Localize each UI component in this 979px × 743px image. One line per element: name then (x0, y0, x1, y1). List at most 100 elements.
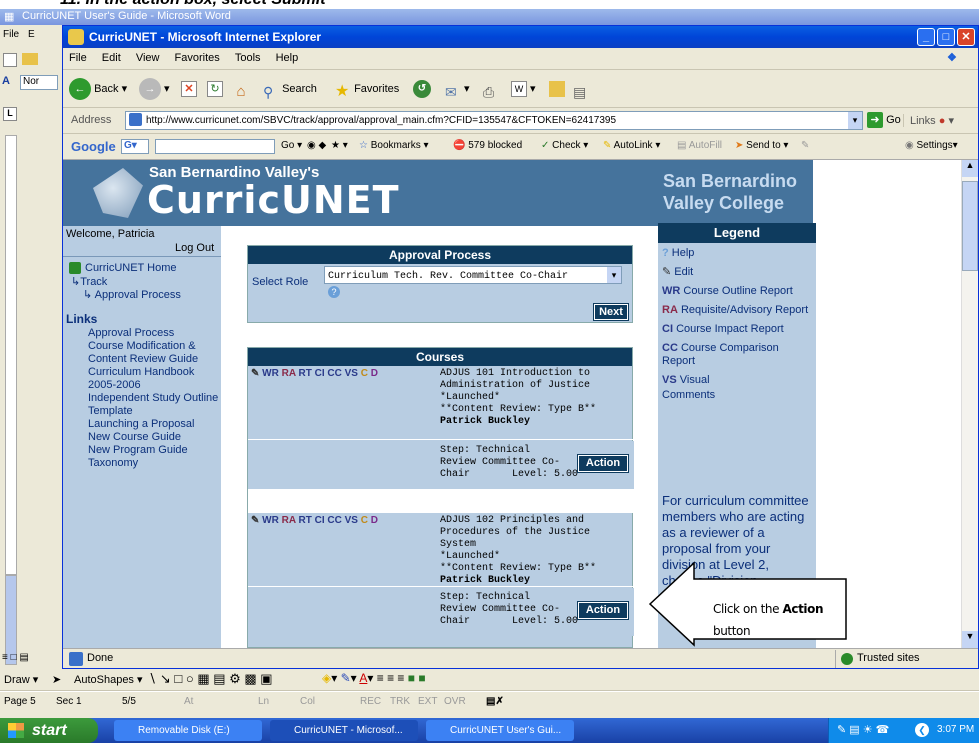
task-word[interactable]: CurricUNET User's Gui... (426, 720, 574, 741)
role-dropdown-icon[interactable]: ▾ (607, 267, 621, 283)
menu-tools[interactable]: Tools (229, 48, 267, 68)
impact-icon[interactable]: CI (315, 515, 325, 526)
visual-icon[interactable]: VS (345, 515, 358, 526)
link-launching-proposal[interactable]: Launching a Proposal (63, 418, 219, 431)
link-new-course-guide[interactable]: New Course Guide (63, 431, 219, 444)
color-tools-icons[interactable]: ◈▾ ✎▾ A▾ ≡ ≡ ≡ ■ ■ (322, 671, 426, 685)
requisite-icon[interactable]: RA (282, 515, 296, 526)
search-button[interactable]: ⚲ Search (263, 78, 317, 100)
maximize-button[interactable]: □ (937, 28, 955, 46)
rt-icon[interactable]: RT (298, 515, 311, 526)
edit-pencil-icon[interactable]: ✎ (251, 515, 259, 526)
requisite-icon[interactable]: RA (282, 368, 296, 379)
menu-view[interactable]: View (130, 48, 166, 68)
comments-icon[interactable]: C (361, 368, 368, 379)
link-course-modification[interactable]: Course Modification & Content Review Gui… (63, 340, 219, 366)
word-drawing-toolbar: Draw ▾ ➤ AutoShapes ▾ ∖ ↘ □ ○ ▦ ▤ ⚙ ▩ ▣ … (0, 669, 979, 691)
favorites-button[interactable]: ★ Favorites (335, 78, 399, 100)
go-button[interactable]: ➜ Go (867, 112, 901, 130)
task-removable-disk[interactable]: Removable Disk (E:) (114, 720, 262, 741)
edit-pencil-icon[interactable]: ✎ (251, 368, 259, 379)
start-button[interactable]: start (0, 718, 98, 743)
refresh-button[interactable]: ↻ (207, 78, 223, 100)
page-scrollbar[interactable]: ▲ ▼ (961, 160, 978, 648)
url-field[interactable]: http://www.curricunet.com/SBVC/track/app… (125, 111, 863, 130)
autoshapes-menu[interactable]: AutoShapes ▾ (74, 673, 143, 686)
print-button[interactable]: ⎙ (483, 78, 499, 100)
help-icon[interactable]: ? (328, 286, 340, 298)
word-new-icon[interactable] (3, 53, 17, 67)
rt-icon[interactable]: RT (298, 368, 311, 379)
back-button[interactable]: ← Back ▾ (69, 78, 127, 101)
minimize-button[interactable]: _ (917, 28, 935, 46)
word-open-icon[interactable] (22, 53, 38, 65)
google-search-box[interactable]: G▾ (121, 139, 149, 154)
word-menu-file[interactable]: File (3, 29, 19, 40)
course-step-row: Step: Technical Review Committee Co-Chai… (248, 588, 634, 636)
google-go-button[interactable]: Go ▾ (281, 140, 302, 151)
home-button[interactable]: ⌂ (233, 78, 249, 100)
nav-track[interactable]: ↳Track (71, 275, 107, 288)
course-outline-icon[interactable]: WR (262, 515, 279, 526)
task-ie[interactable]: CurricUNET - Microsof... (270, 720, 418, 741)
menu-help[interactable]: Help (270, 48, 305, 68)
settings-button[interactable]: ◉ Settings▾ (905, 140, 958, 151)
scroll-thumb[interactable] (962, 181, 978, 271)
history-button[interactable]: ↺ (413, 78, 431, 100)
word-menu-edit[interactable]: E (28, 29, 35, 40)
menu-file[interactable]: File (63, 48, 93, 68)
nav-approval[interactable]: ↳ Approval Process (83, 288, 181, 301)
role-select[interactable]: Curriculum Tech. Rev. Committee Co-Chair… (324, 266, 622, 284)
google-query-input[interactable] (155, 139, 275, 154)
nav-home[interactable]: CurricUNET Home (85, 262, 176, 274)
tray-back-icon[interactable]: ❮ (915, 723, 929, 737)
details-icon[interactable]: D (371, 368, 378, 379)
comparison-icon[interactable]: CC (327, 368, 341, 379)
autolink-button[interactable]: ✎ AutoLink ▾ (603, 140, 660, 151)
popup-blocked-button[interactable]: ⛔ 579 blocked (453, 140, 522, 151)
tray-icons[interactable]: ✎ ▤ ☀ ☎ (837, 723, 889, 736)
stop-button[interactable]: ✕ (181, 78, 197, 100)
google-news-button[interactable]: ★ ▾ (331, 140, 348, 151)
mail-icon: ✉ (445, 84, 457, 101)
action-button[interactable]: Action (577, 601, 629, 620)
document-caption: 11. In the action box, select Submit (0, 0, 979, 9)
word-tab-selector[interactable]: L (3, 107, 17, 121)
visual-icon[interactable]: VS (345, 368, 358, 379)
next-button[interactable]: Next (593, 303, 629, 321)
link-independent-study[interactable]: Independent Study Outline Template (63, 392, 219, 418)
link-new-program-guide[interactable]: New Program Guide (63, 444, 219, 457)
details-icon[interactable]: D (371, 515, 378, 526)
send-to-button[interactable]: ➤ Send to ▾ (735, 140, 788, 151)
scroll-up-icon[interactable]: ▲ (962, 160, 978, 177)
select-pointer-icon[interactable]: ➤ (52, 673, 61, 686)
menu-edit[interactable]: Edit (96, 48, 127, 68)
link-approval-process[interactable]: Approval Process (63, 327, 219, 340)
comments-icon[interactable]: C (361, 515, 368, 526)
word-view-buttons[interactable]: ≡ □ ▤ (2, 652, 58, 666)
autofill-button[interactable]: ▤ AutoFill (677, 140, 722, 151)
scroll-down-icon[interactable]: ▼ (962, 631, 978, 648)
links-button[interactable]: Links ● ▾ (903, 114, 954, 127)
close-button[interactable]: ✕ (957, 28, 975, 46)
action-button[interactable]: Action (577, 454, 629, 473)
edit-page-button[interactable]: W ▾ (511, 78, 536, 100)
word-style-box[interactable]: Nor (20, 75, 58, 90)
impact-icon[interactable]: CI (315, 368, 325, 379)
discuss-button[interactable] (549, 78, 565, 100)
spell-check-button[interactable]: ✓ Check ▾ (541, 140, 588, 151)
menu-favorites[interactable]: Favorites (169, 48, 226, 68)
course-outline-icon[interactable]: WR (262, 368, 279, 379)
bookmarks-button[interactable]: ☆ Bookmarks ▾ (359, 140, 429, 151)
link-taxonomy[interactable]: Taxonomy (63, 457, 219, 470)
link-curriculum-handbook[interactable]: Curriculum Handbook 2005-2006 (63, 366, 219, 392)
highlight-icon[interactable]: ✎ (801, 140, 809, 151)
comparison-icon[interactable]: CC (327, 515, 341, 526)
logout-link[interactable]: Log Out (175, 242, 214, 254)
research-button[interactable]: ▤ (573, 78, 589, 100)
draw-menu[interactable]: Draw ▾ (4, 673, 38, 686)
forward-button[interactable]: → ▾ (139, 78, 170, 101)
mail-button[interactable]: ✉ ▾ (445, 78, 470, 100)
url-dropdown-icon[interactable]: ▾ (848, 112, 862, 129)
drawing-tools-icons[interactable]: ∖ ↘ □ ○ ▦ ▤ ⚙ ▩ ▣ (148, 671, 273, 687)
